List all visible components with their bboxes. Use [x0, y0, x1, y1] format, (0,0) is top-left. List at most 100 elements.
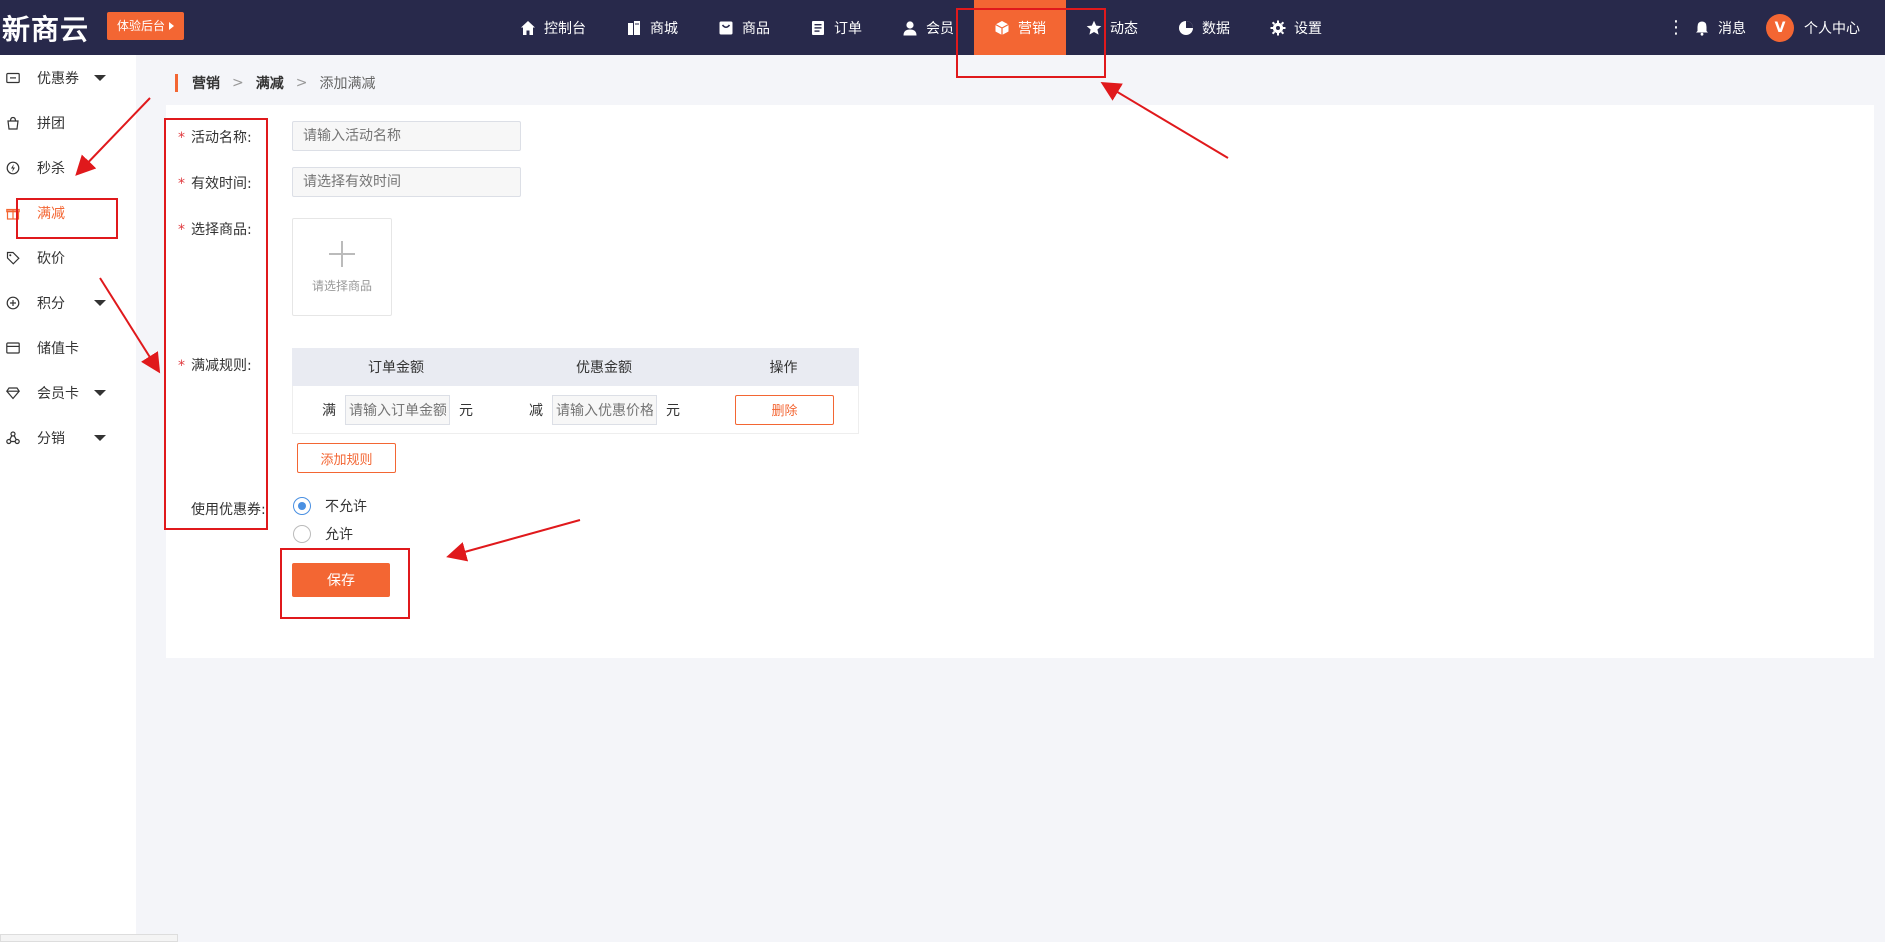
points-icon [6, 296, 20, 310]
pie-chart-icon [1178, 20, 1194, 36]
chevron-down-icon [94, 75, 106, 81]
nav-label: 控制台 [544, 20, 586, 37]
sidebar-item-label: 积分 [37, 295, 65, 312]
sidebar-item-member-card[interactable]: 会员卡 [0, 370, 136, 415]
nav-marketing[interactable]: 营销 [974, 0, 1066, 55]
member-icon [902, 20, 918, 36]
gift-icon [6, 206, 20, 220]
discount-amount-input[interactable] [552, 394, 657, 425]
activity-name-input[interactable] [292, 121, 521, 151]
sidebar-item-label: 秒杀 [37, 160, 65, 177]
breadcrumb-current: 添加满减 [319, 76, 376, 92]
nav-dynamics[interactable]: 动态 [1066, 0, 1158, 55]
sidebar-scrollbar[interactable] [0, 934, 178, 942]
chevron-down-icon [94, 390, 106, 396]
sidebar: 优惠券 拼团 秒杀 满减 砍价 积分 储值卡 会员卡 分销 [0, 55, 178, 942]
user-center-button[interactable]: V 个人中心 [1766, 13, 1885, 42]
label-text: 满减规则: [191, 358, 252, 374]
unit-label: 元 [459, 402, 473, 419]
card-icon [6, 341, 20, 355]
sidebar-item-flash-sale[interactable]: 秒杀 [0, 145, 136, 190]
coupon-allow-radio[interactable]: 允许 [293, 524, 353, 544]
breadcrumb-accent-bar [175, 74, 178, 92]
coupon-icon [6, 71, 20, 85]
select-goods-text: 请选择商品 [311, 278, 372, 293]
bell-icon [1694, 20, 1710, 36]
full-prefix: 满 [322, 402, 336, 419]
sidebar-item-points[interactable]: 积分 [0, 280, 136, 325]
nav-member[interactable]: 会员 [882, 0, 974, 55]
label-text: 有效时间: [191, 176, 252, 192]
sidebar-item-label: 拼团 [37, 115, 65, 132]
nav-store[interactable]: 商城 [606, 0, 698, 55]
plus-icon [329, 240, 355, 267]
share-icon [6, 430, 20, 445]
nav-label: 动态 [1110, 20, 1138, 37]
messages-label: 消息 [1718, 20, 1746, 37]
nav-goods[interactable]: 商品 [698, 0, 790, 55]
sidebar-item-label: 分销 [37, 430, 65, 447]
select-goods-button[interactable]: 请选择商品 [292, 218, 392, 316]
gear-icon [1270, 20, 1286, 36]
sidebar-item-stored-value-card[interactable]: 储值卡 [0, 325, 136, 370]
unit-label: 元 [666, 402, 680, 419]
breadcrumb: 营销 > 满减 > 添加满减 [175, 73, 375, 93]
sidebar-item-label: 满减 [37, 205, 65, 222]
star-icon [1086, 20, 1102, 36]
home-icon [520, 20, 536, 36]
rules-table: 订单金额 优惠金额 操作 满 元 减 元 删除 [292, 348, 859, 434]
sidebar-item-label: 优惠券 [37, 70, 79, 87]
required-mark: * [178, 358, 185, 374]
coupon-disallow-radio[interactable]: 不允许 [293, 496, 367, 516]
add-rule-button[interactable]: 添加规则 [297, 443, 396, 473]
sidebar-item-label: 砍价 [37, 250, 65, 267]
sidebar-item-label: 会员卡 [37, 385, 79, 402]
delete-rule-button[interactable]: 删除 [735, 394, 834, 425]
sidebar-item-label: 储值卡 [37, 340, 79, 357]
select-goods-label: * 选择商品: [178, 219, 252, 239]
column-header: 优惠金额 [576, 360, 632, 376]
breadcrumb-item[interactable]: 营销 [192, 73, 220, 93]
valid-time-picker[interactable] [292, 167, 521, 197]
trial-backend-button[interactable]: 体验后台 [107, 12, 185, 40]
chevron-down-icon [94, 300, 106, 306]
nav-dashboard[interactable]: 控制台 [500, 0, 606, 55]
sidebar-item-group-buy[interactable]: 拼团 [0, 100, 136, 145]
label-text: 活动名称: [191, 130, 252, 146]
use-coupon-label: 使用优惠券: [191, 502, 266, 518]
sidebar-item-full-reduction[interactable]: 满减 [0, 190, 136, 235]
radio-dot [293, 497, 311, 515]
sidebar-item-bargain[interactable]: 砍价 [0, 235, 136, 280]
messages-button[interactable]: 消息 [1686, 18, 1766, 38]
column-header: 操作 [769, 360, 798, 376]
logo[interactable]: 新商云 [2, 8, 89, 48]
flash-sale-icon [6, 161, 20, 175]
trial-backend-label: 体验后台 [117, 19, 166, 33]
sidebar-item-coupon[interactable]: 优惠券 [0, 55, 136, 100]
chevron-down-icon [94, 435, 106, 441]
breadcrumb-separator: > [232, 75, 244, 91]
nav-label: 设置 [1294, 20, 1322, 37]
more-icon[interactable]: ⋮ [1666, 17, 1686, 38]
label-text: 选择商品: [191, 222, 252, 238]
order-icon [810, 20, 826, 36]
radio-dot [293, 525, 311, 543]
store-icon [626, 20, 642, 36]
nav-label: 商品 [742, 20, 770, 37]
activity-name-label: * 活动名称: [178, 127, 252, 147]
breadcrumb-item[interactable]: 满减 [256, 73, 284, 93]
save-button[interactable]: 保存 [292, 563, 390, 597]
avatar: V [1766, 13, 1794, 42]
top-navbar: 新商云 体验后台 控制台 商城 商品 订单 会员 营销 动态 数据 设置 ⋮ 消… [0, 0, 1885, 55]
sidebar-item-distribution[interactable]: 分销 [0, 415, 136, 460]
nav-settings[interactable]: 设置 [1250, 0, 1342, 55]
reduce-prefix: 减 [529, 402, 543, 419]
tag-icon [6, 251, 20, 265]
table-row: 满 元 减 元 删除 [292, 386, 859, 434]
nav-orders[interactable]: 订单 [790, 0, 882, 55]
nav-label: 会员 [926, 20, 954, 37]
nav-label: 订单 [834, 20, 862, 37]
rules-table-header: 订单金额 优惠金额 操作 [292, 348, 859, 386]
nav-data[interactable]: 数据 [1158, 0, 1250, 55]
order-amount-input[interactable] [345, 394, 450, 425]
